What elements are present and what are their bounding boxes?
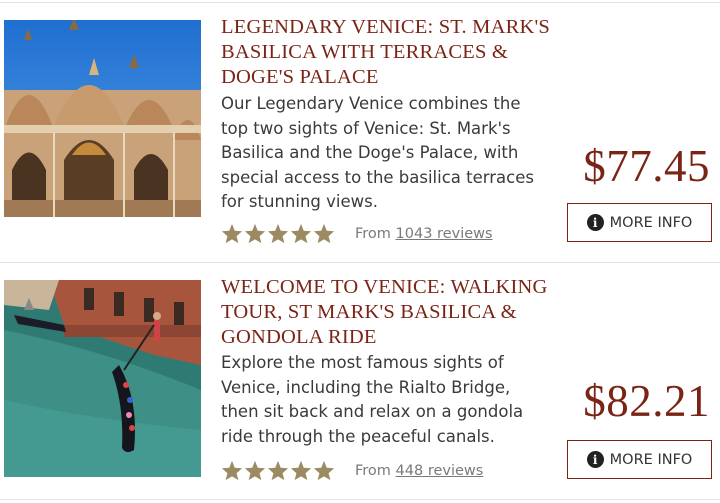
info-icon: i (586, 214, 604, 231)
info-icon: i (586, 451, 604, 468)
tour-title[interactable]: LEGENDARY VENICE: ST. MARK'S BASILICA WI… (221, 15, 551, 90)
star-icon (290, 460, 312, 481)
reviews-text: From 1043 reviews (355, 226, 493, 242)
reviews-text: From 448 reviews (355, 463, 483, 479)
tour-image-gondola[interactable] (4, 280, 201, 477)
star-icon (244, 223, 266, 244)
star-rating (221, 460, 335, 481)
star-icon (221, 460, 243, 481)
rating-row: From 448 reviews (221, 460, 483, 481)
more-info-button[interactable]: i MORE INFO (567, 203, 712, 242)
star-rating (221, 223, 335, 244)
reviews-link[interactable]: 1043 reviews (396, 226, 493, 242)
star-icon (244, 460, 266, 481)
more-info-button[interactable]: i MORE INFO (567, 440, 712, 479)
tour-description: Explore the most famous sights of Venice… (221, 353, 524, 446)
price: $82.21 (583, 376, 710, 426)
rating-row: From 1043 reviews (221, 223, 493, 244)
tour-description: Our Legendary Venice combines the top tw… (221, 94, 534, 211)
reviews-prefix: From (355, 462, 391, 479)
star-icon (313, 223, 335, 244)
star-icon (267, 460, 289, 481)
star-icon (313, 460, 335, 481)
reviews-link[interactable]: 448 reviews (396, 463, 484, 479)
divider (0, 499, 720, 500)
tour-title[interactable]: WELCOME TO VENICE: WALKING TOUR, ST MARK… (221, 275, 551, 350)
reviews-prefix: From (355, 225, 391, 242)
price: $77.45 (583, 141, 710, 191)
tour-card: LEGENDARY VENICE: ST. MARK'S BASILICA WI… (0, 3, 720, 262)
more-info-label: MORE INFO (609, 451, 693, 468)
tour-image-basilica[interactable] (4, 20, 201, 217)
star-icon (221, 223, 243, 244)
star-icon (267, 223, 289, 244)
star-icon (290, 223, 312, 244)
tour-card: WELCOME TO VENICE: WALKING TOUR, ST MARK… (0, 263, 720, 499)
more-info-label: MORE INFO (609, 214, 693, 231)
